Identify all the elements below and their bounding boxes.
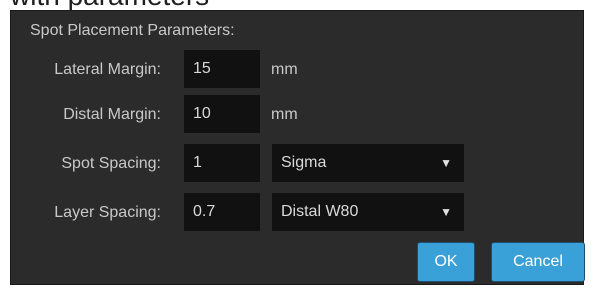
lateral-margin-input[interactable] [184, 50, 260, 88]
lateral-margin-label: Lateral Margin: [54, 61, 161, 78]
layer-spacing-select[interactable]: Distal W80 ▼ [272, 193, 464, 231]
spot-spacing-label: Spot Spacing: [61, 155, 161, 172]
layer-spacing-input[interactable] [184, 193, 260, 231]
layer-spacing-label: Layer Spacing: [54, 204, 161, 221]
ok-button[interactable]: OK [417, 242, 475, 282]
chevron-down-icon: ▼ [440, 205, 452, 219]
lateral-margin-unit: mm [271, 61, 298, 78]
cancel-button[interactable]: Cancel [491, 242, 585, 282]
spot-spacing-input[interactable] [184, 144, 260, 182]
top-cut-text: with parameters [10, 0, 209, 10]
spot-spacing-select[interactable]: Sigma ▼ [272, 144, 464, 182]
distal-margin-label: Distal Margin: [63, 106, 161, 123]
distal-margin-unit: mm [271, 106, 298, 123]
dialog-heading: Spot Placement Parameters: [30, 22, 235, 39]
spot-spacing-select-value: Sigma [281, 154, 327, 171]
distal-margin-input[interactable] [184, 95, 260, 133]
chevron-down-icon: ▼ [440, 156, 452, 170]
layer-spacing-select-value: Distal W80 [281, 203, 359, 220]
spot-placement-dialog: Spot Placement Parameters: Lateral Margi… [10, 10, 585, 285]
